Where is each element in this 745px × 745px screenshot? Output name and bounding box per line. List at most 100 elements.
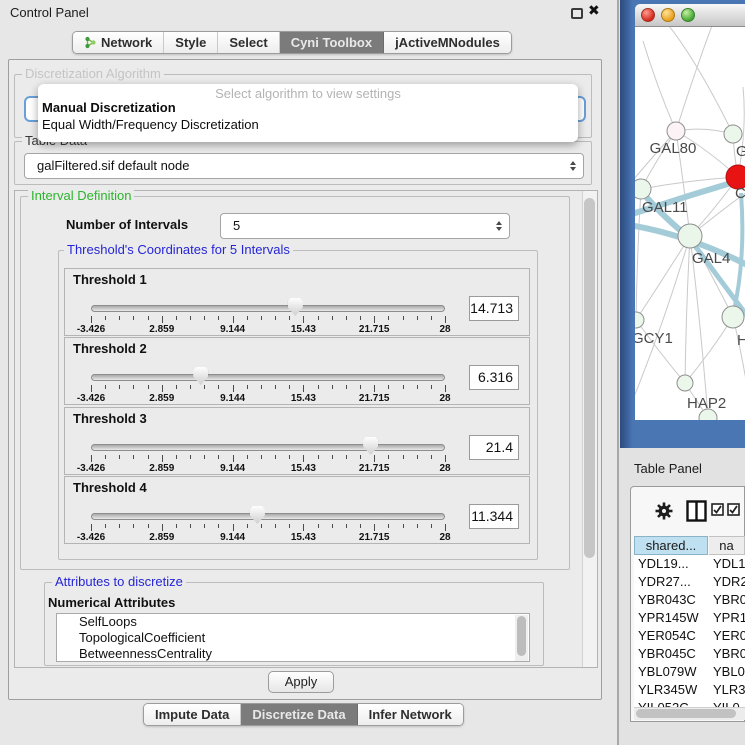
panel-title: Control Panel — [10, 5, 89, 20]
threshold-panel-2: Threshold 2-3.4262.8599.14415.4321.71528… — [64, 337, 530, 405]
tab-select[interactable]: Select — [218, 32, 279, 53]
network-node-gal80[interactable] — [667, 122, 685, 140]
table-data-combobox[interactable]: galFiltered.sif default node — [24, 153, 584, 179]
slider-tick — [91, 316, 92, 323]
attribute-item-topologicalcoefficient[interactable]: TopologicalCoefficient — [57, 630, 529, 646]
slider-tick — [148, 385, 149, 389]
list-scrollbar-thumb[interactable] — [517, 616, 526, 656]
panel-divider[interactable] — [617, 0, 619, 745]
tab-style[interactable]: Style — [164, 32, 218, 53]
zoom-traffic-light[interactable] — [681, 8, 695, 22]
tab-jactivemnodules[interactable]: jActiveMNodules — [384, 32, 511, 53]
slider-tick — [360, 316, 361, 320]
table-row[interactable]: YBL079WYBL0 — [634, 663, 745, 681]
slider-tick-label: 28 — [439, 324, 450, 335]
slider-tick-label: 15.43 — [291, 532, 316, 543]
attribute-item-selfloops[interactable]: SelfLoops — [57, 614, 529, 630]
slider-thumb[interactable] — [363, 437, 378, 455]
slider-tick — [247, 455, 248, 459]
close-traffic-light[interactable] — [641, 8, 655, 22]
mode-tab-label: Impute Data — [155, 707, 229, 722]
tab-label: Select — [229, 35, 267, 50]
apply-button[interactable]: Apply — [268, 671, 334, 693]
mode-tab-infer-network[interactable]: Infer Network — [358, 704, 463, 725]
slider-tick — [360, 455, 361, 459]
table-row[interactable]: YDL19...YDL1 — [634, 555, 745, 573]
slider-tick — [289, 524, 290, 528]
split-table-icon[interactable] — [686, 500, 707, 522]
network-edge — [685, 236, 690, 383]
slider-tick — [247, 385, 248, 389]
mode-tab-discretize-data[interactable]: Discretize Data — [241, 704, 357, 725]
slider-track[interactable] — [91, 444, 445, 451]
tab-network[interactable]: Network — [73, 32, 164, 53]
table-panel-title: Table Panel — [634, 461, 702, 476]
slider-track[interactable] — [91, 305, 445, 312]
algorithm-option-manual-discretization[interactable]: Manual Discretization — [42, 100, 176, 115]
checkbox-icon[interactable] — [727, 503, 740, 516]
table-row[interactable]: YLR345WYLR3 — [634, 681, 745, 699]
threshold-label: Threshold 1 — [73, 272, 147, 287]
slider-tick — [360, 385, 361, 389]
minimize-traffic-light[interactable] — [661, 8, 675, 22]
threshold-value-field[interactable]: 14.713 — [469, 296, 519, 321]
attribute-item-betweennesscentrality[interactable]: BetweennessCentrality — [57, 646, 529, 662]
slider-tick — [374, 385, 375, 392]
slider-tick — [176, 455, 177, 459]
mode-tab-impute-data[interactable]: Impute Data — [144, 704, 241, 725]
slider-tick — [346, 455, 347, 459]
network-graph: GAL80GACGAL11GAL4GCY1HHAP2 — [635, 27, 745, 420]
algorithm-dropdown-popup: Select algorithm to view settings Manual… — [38, 84, 578, 142]
table-row[interactable]: YBR045CYBR0 — [634, 645, 745, 663]
table-row[interactable]: YDR27...YDR2 — [634, 573, 745, 591]
network-node-ga[interactable] — [724, 125, 742, 143]
tab-label: Cyni Toolbox — [291, 35, 372, 50]
threshold-value-field[interactable]: 6.316 — [469, 365, 519, 390]
tab-cyni-toolbox[interactable]: Cyni Toolbox — [280, 32, 384, 53]
slider-tick — [417, 455, 418, 459]
slider-tick — [105, 455, 106, 459]
network-node-gal4[interactable] — [678, 224, 702, 248]
slider-track[interactable] — [91, 513, 445, 520]
close-icon[interactable]: ✖ — [588, 3, 600, 19]
numerical-attributes-list[interactable]: SelfLoopsTopologicalCoefficientBetweenne… — [56, 613, 530, 662]
slider-thumb[interactable] — [250, 506, 265, 524]
slider-thumb[interactable] — [288, 298, 303, 316]
slider-tick — [360, 524, 361, 528]
network-node-hap2[interactable] — [677, 375, 693, 391]
table-row[interactable]: YBR043CYBR0 — [634, 591, 745, 609]
slider-tick — [403, 316, 404, 320]
slider-tick — [119, 524, 120, 528]
gear-icon[interactable] — [654, 501, 674, 521]
slider-tick — [133, 455, 134, 459]
slider-thumb[interactable] — [193, 367, 208, 385]
checkbox-icon[interactable] — [711, 503, 724, 516]
slider-tick — [190, 316, 191, 320]
slider-tick — [303, 385, 304, 392]
threshold-value-field[interactable]: 21.4 — [469, 435, 519, 460]
threshold-value-field[interactable]: 11.344 — [469, 504, 519, 529]
table-hscrollbar-thumb[interactable] — [636, 709, 736, 718]
network-node-gcy1[interactable] — [635, 312, 644, 328]
number-of-intervals-combobox[interactable]: 5 — [220, 213, 510, 239]
slider-tick-label: 21.715 — [359, 463, 390, 474]
scrollbar-thumb[interactable] — [584, 198, 595, 558]
slider-tick — [332, 385, 333, 389]
slider-tick — [289, 316, 290, 320]
network-node-gal11[interactable] — [635, 179, 651, 199]
network-edge — [685, 317, 733, 383]
network-canvas[interactable]: GAL80GACGAL11GAL4GCY1HHAP2 — [635, 27, 745, 420]
table-row[interactable]: YPR145WYPR1 — [634, 609, 745, 627]
slider-track[interactable] — [91, 374, 445, 381]
slider-tick — [346, 524, 347, 528]
slider-tick — [303, 316, 304, 323]
algorithm-option-equal-width-frequency-discretization[interactable]: Equal Width/Frequency Discretization — [42, 117, 259, 132]
column-header-shared-name[interactable]: shared... — [634, 536, 708, 555]
float-window-icon[interactable] — [571, 8, 583, 19]
algorithm-prompt-option[interactable]: Select algorithm to view settings — [38, 86, 578, 101]
table-row[interactable]: YER054CYER0 — [634, 627, 745, 645]
column-header-name[interactable]: na — [709, 536, 745, 555]
network-window-titlebar[interactable] — [635, 4, 745, 27]
network-node-h[interactable] — [722, 306, 744, 328]
tab-label: Style — [175, 35, 206, 50]
